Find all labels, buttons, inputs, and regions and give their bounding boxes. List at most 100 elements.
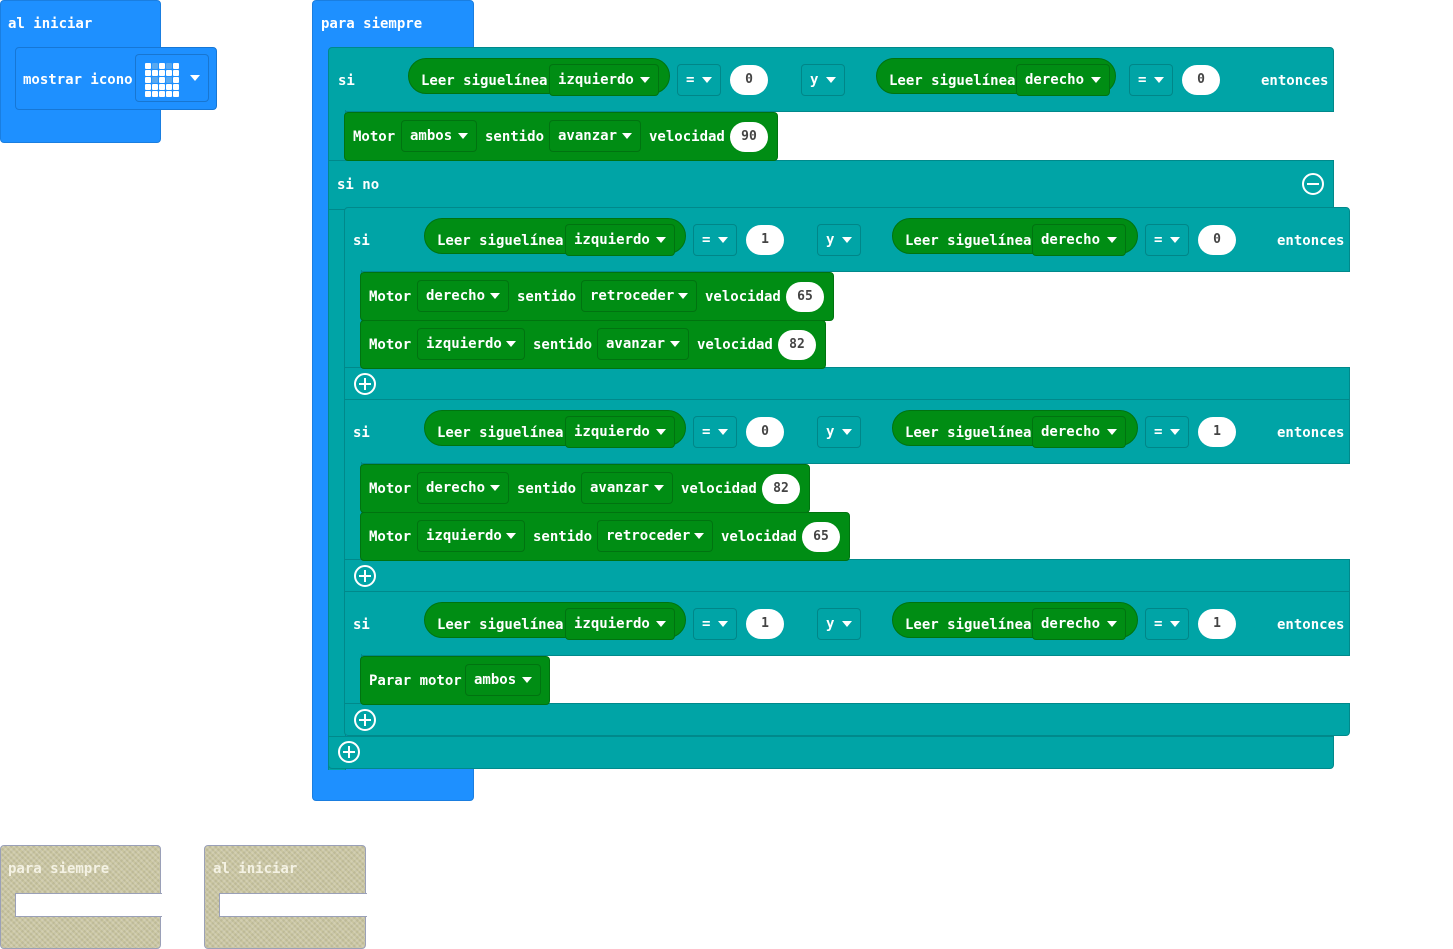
led-pixel (145, 63, 151, 69)
chevron-down-icon (842, 237, 852, 243)
else-bar (328, 160, 1334, 210)
motor-label: Motor (369, 481, 412, 497)
led-pixel (173, 91, 179, 97)
operator-value: = (702, 424, 711, 440)
icon-picker[interactable] (135, 54, 209, 102)
led-pixel (173, 84, 179, 90)
chevron-down-icon (656, 237, 666, 243)
led-pixel (159, 91, 165, 97)
direction-dropdown[interactable]: avanzar (581, 472, 673, 504)
sensor-dropdown[interactable]: derecho (1032, 608, 1126, 640)
motor-side-dropdown[interactable]: derecho (417, 472, 509, 504)
motor-label: Motor (369, 337, 412, 353)
then-label: entonces (1277, 425, 1345, 441)
led-icon-preview (145, 63, 179, 97)
motor-side-dropdown[interactable]: izquierdo (417, 328, 525, 360)
operator-dropdown[interactable]: = (1129, 64, 1173, 96)
led-pixel (166, 91, 172, 97)
sensor-dropdown[interactable]: derecho (1032, 416, 1126, 448)
direction-dropdown[interactable]: avanzar (549, 120, 641, 152)
number-input[interactable]: 1 (1198, 417, 1236, 447)
direction-value: retroceder (606, 528, 691, 544)
motor-side-value: derecho (426, 288, 486, 304)
led-pixel (145, 91, 151, 97)
direction-dropdown[interactable]: retroceder (581, 280, 697, 312)
number-input[interactable]: 0 (1198, 225, 1236, 255)
chevron-down-icon (842, 429, 852, 435)
read-sensor-label: Leer siguelínea (437, 617, 564, 633)
led-pixel (166, 77, 172, 83)
led-pixel (145, 77, 151, 83)
minus-circle-icon[interactable] (1302, 173, 1324, 195)
plus-circle-icon[interactable] (354, 709, 376, 731)
motor-side-dropdown[interactable]: derecho (417, 280, 509, 312)
plus-circle-icon[interactable] (354, 565, 376, 587)
sensor-dropdown[interactable]: derecho (1016, 64, 1110, 96)
speed-label: velocidad (721, 529, 797, 545)
chevron-down-icon (506, 533, 516, 539)
operator-dropdown[interactable]: = (693, 608, 737, 640)
motor-side-dropdown[interactable]: izquierdo (417, 520, 525, 552)
operator-dropdown[interactable]: = (693, 416, 737, 448)
chevron-down-icon (654, 485, 664, 491)
sensor-dropdown[interactable]: izquierdo (565, 608, 675, 640)
number-input[interactable]: 1 (746, 225, 784, 255)
operator-dropdown[interactable]: = (1145, 224, 1189, 256)
sensor-dropdown[interactable]: izquierdo (565, 416, 675, 448)
sensor-dropdown[interactable]: izquierdo (565, 224, 675, 256)
number-input[interactable]: 0 (746, 417, 784, 447)
show-icon-label: mostrar icono (23, 72, 133, 88)
if-label: si (353, 425, 370, 441)
direction-dropdown[interactable]: avanzar (597, 328, 689, 360)
motor-side-value: izquierdo (426, 528, 502, 544)
chevron-down-icon (490, 293, 500, 299)
logic-dropdown[interactable]: y (817, 416, 861, 448)
chevron-down-icon (1154, 77, 1164, 83)
sensor-dropdown[interactable]: izquierdo (549, 64, 659, 96)
chevron-down-icon (1170, 621, 1180, 627)
speed-label: velocidad (681, 481, 757, 497)
logic-dropdown[interactable]: y (817, 224, 861, 256)
number-input[interactable]: 1 (746, 609, 784, 639)
direction-value: avanzar (590, 480, 650, 496)
operator-dropdown[interactable]: = (677, 64, 721, 96)
chevron-down-icon (490, 485, 500, 491)
logic-value: y (826, 232, 835, 248)
disabled-forever-header: para siempre (8, 861, 110, 877)
motor-side-dropdown[interactable]: ambos (465, 664, 541, 696)
number-input[interactable]: 0 (730, 65, 768, 95)
chevron-down-icon (718, 237, 728, 243)
operator-dropdown[interactable]: = (693, 224, 737, 256)
speed-input[interactable]: 82 (778, 330, 816, 360)
sensor-value: derecho (1025, 72, 1085, 88)
speed-input[interactable]: 90 (730, 122, 768, 152)
operator-dropdown[interactable]: = (1145, 416, 1189, 448)
logic-dropdown[interactable]: y (817, 608, 861, 640)
then-label: entonces (1277, 617, 1345, 633)
speed-input[interactable]: 65 (786, 282, 824, 312)
plus-circle-icon[interactable] (338, 741, 360, 763)
speed-input[interactable]: 65 (802, 522, 840, 552)
logic-value: y (826, 616, 835, 632)
direction-label: sentido (517, 289, 577, 305)
direction-dropdown[interactable]: retroceder (597, 520, 713, 552)
plus-circle-icon[interactable] (354, 373, 376, 395)
number-input[interactable]: 1 (1198, 609, 1236, 639)
operator-dropdown[interactable]: = (1145, 608, 1189, 640)
chevron-down-icon (718, 429, 728, 435)
stop-motor-label: Parar motor (369, 673, 462, 689)
sensor-dropdown[interactable]: derecho (1032, 224, 1126, 256)
motor-side-dropdown[interactable]: ambos (401, 120, 477, 152)
number-input[interactable]: 0 (1182, 65, 1220, 95)
led-pixel (152, 84, 158, 90)
led-pixel (166, 70, 172, 76)
nested-if-footer (344, 559, 1350, 593)
logic-dropdown[interactable]: y (801, 64, 845, 96)
speed-input[interactable]: 82 (762, 474, 800, 504)
direction-value: retroceder (590, 288, 675, 304)
led-pixel (145, 70, 151, 76)
read-sensor-label: Leer siguelínea (905, 425, 1032, 441)
sensor-value: derecho (1041, 424, 1101, 440)
direction-label: sentido (533, 337, 593, 353)
chevron-down-icon (522, 677, 532, 683)
